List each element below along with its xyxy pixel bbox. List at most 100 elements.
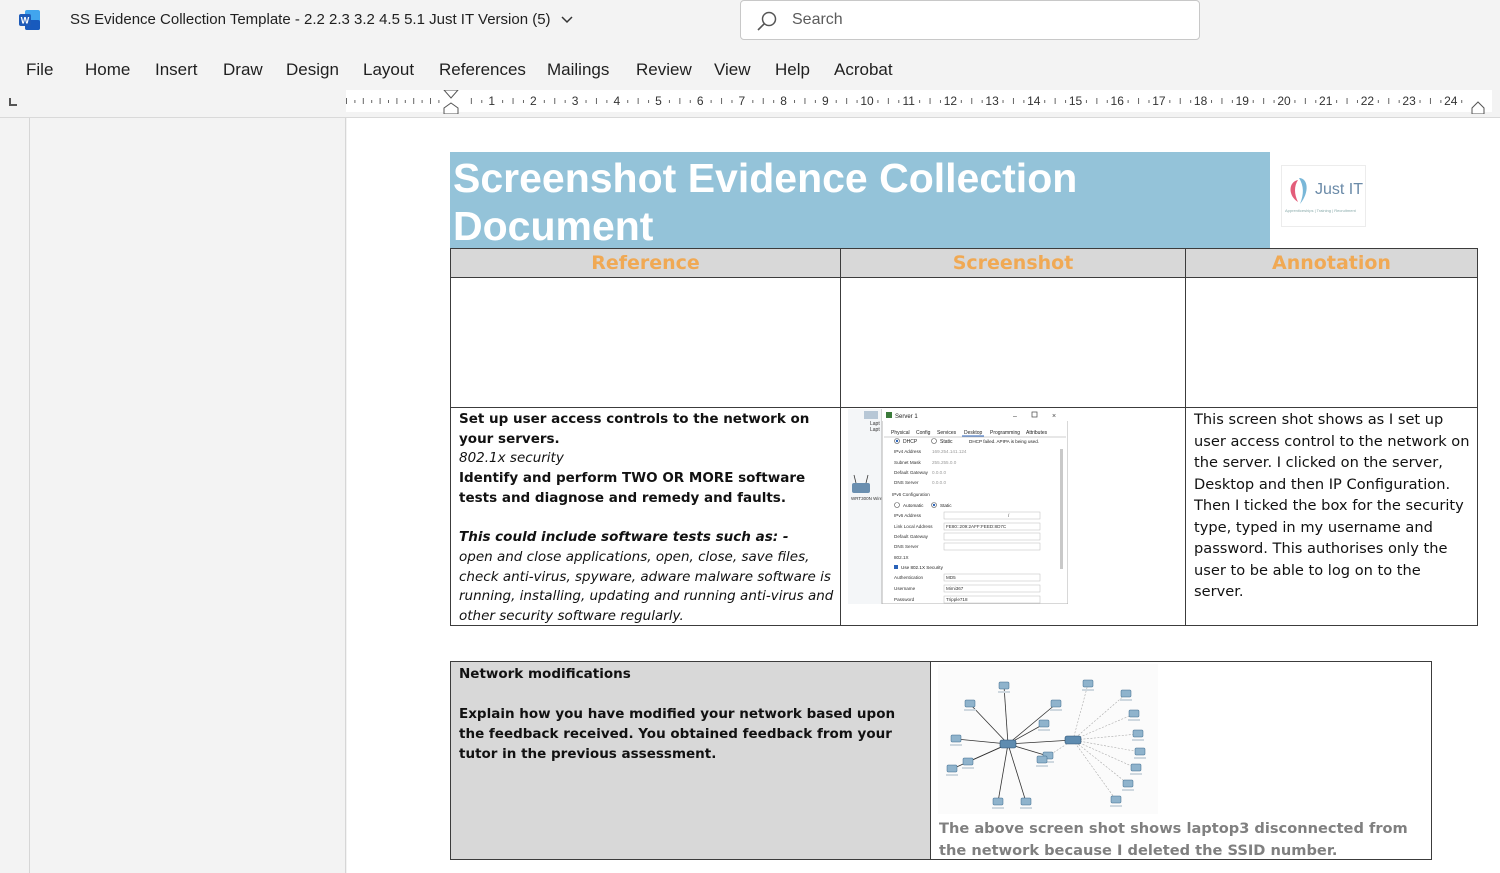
- logo-tagline: Apprenticeships | Training | Recruitment: [1285, 208, 1357, 213]
- vertical-ruler-edge: [29, 118, 30, 873]
- table1-empty-screenshot-cell[interactable]: [840, 277, 1186, 408]
- navigation-pane: [0, 118, 346, 873]
- svg-text:19: 19: [1236, 94, 1250, 108]
- svg-text:21: 21: [1319, 94, 1333, 108]
- svg-text:4: 4: [613, 94, 620, 108]
- tab-help[interactable]: Help: [775, 60, 810, 80]
- username-value: Mimi367: [946, 586, 964, 591]
- svg-text:Physical: Physical: [891, 430, 910, 436]
- tab-home[interactable]: Home: [85, 60, 130, 80]
- reference-text: Set up user access controls to the netwo…: [459, 410, 837, 627]
- svg-text:Use 802.1X Security: Use 802.1X Security: [901, 565, 944, 570]
- svg-text:Default Gateway: Default Gateway: [894, 534, 929, 539]
- svg-text:Desktop: Desktop: [964, 430, 983, 436]
- svg-text:2: 2: [530, 94, 537, 108]
- tab-layout[interactable]: Layout: [363, 60, 414, 80]
- tab-review[interactable]: Review: [636, 60, 692, 80]
- svg-text:22: 22: [1361, 94, 1375, 108]
- tab-insert[interactable]: Insert: [155, 60, 198, 80]
- svg-text:W: W: [21, 16, 30, 26]
- search-box[interactable]: Search: [740, 0, 1200, 40]
- annotation-text: This screen shot shows as I set up user …: [1194, 411, 1470, 600]
- table1-empty-reference-cell[interactable]: [450, 277, 841, 408]
- tab-acrobat[interactable]: Acrobat: [834, 60, 893, 80]
- table1-header-reference: Reference: [450, 248, 841, 278]
- svg-text:DNS Server: DNS Server: [894, 480, 919, 485]
- svg-text:7: 7: [739, 94, 746, 108]
- svg-text:IPv6 Configuration: IPv6 Configuration: [892, 492, 930, 497]
- svg-text:0.0.0.0: 0.0.0.0: [932, 470, 946, 475]
- svg-text:0.0.0.0: 0.0.0.0: [932, 480, 946, 485]
- svg-text:Authentication: Authentication: [894, 575, 924, 580]
- svg-text:IPv4 Address: IPv4 Address: [894, 449, 922, 454]
- logo-brand: Just IT: [1315, 181, 1363, 198]
- svg-text:15: 15: [1069, 94, 1083, 108]
- network-modifications-text: Network modifications Explain how you ha…: [459, 664, 924, 764]
- svg-text:10: 10: [860, 94, 874, 108]
- svg-text:23: 23: [1402, 94, 1416, 108]
- svg-text:169.254.141.124: 169.254.141.124: [932, 449, 967, 454]
- svg-text:9: 9: [822, 94, 829, 108]
- svg-text:6: 6: [697, 94, 704, 108]
- svg-text:Lapt: Lapt: [870, 427, 880, 433]
- svg-text:Username: Username: [894, 586, 916, 591]
- svg-text:3: 3: [572, 94, 579, 108]
- reference-line-4: This could include software tests such a…: [459, 529, 789, 546]
- svg-text:1: 1: [488, 94, 495, 108]
- svg-text:Automatic: Automatic: [903, 503, 924, 508]
- svg-text:DNS Server: DNS Server: [894, 544, 919, 549]
- svg-text:IPv6 Address: IPv6 Address: [894, 513, 922, 518]
- svg-text:Link Local Address: Link Local Address: [894, 524, 933, 529]
- reference-line-1: Set up user access controls to the netwo…: [459, 411, 810, 447]
- svg-text:5: 5: [655, 94, 662, 108]
- tab-file[interactable]: File: [26, 60, 53, 80]
- svg-text:11: 11: [902, 94, 915, 108]
- table1-header-screenshot: Screenshot: [840, 248, 1186, 278]
- header-title: Screenshot Evidence Collection Document: [453, 155, 1078, 249]
- network-topology-screenshot[interactable]: [938, 664, 1158, 814]
- word-icon[interactable]: W: [19, 10, 40, 30]
- reference-line-5: open and close applications, open, close…: [459, 548, 834, 625]
- title-bar: W SS Evidence Collection Template - 2.2 …: [0, 0, 1500, 42]
- header-band: Screenshot Evidence Collection Document: [450, 152, 1270, 249]
- svg-text:255.255.0.0: 255.255.0.0: [932, 460, 957, 465]
- svg-text:20: 20: [1277, 94, 1291, 108]
- tab-stop-selector-icon[interactable]: [9, 98, 17, 106]
- chevron-down-icon[interactable]: [561, 16, 573, 24]
- svg-text:17: 17: [1152, 94, 1166, 108]
- svg-text:13: 13: [985, 94, 999, 108]
- svg-text:Programming: Programming: [990, 430, 1020, 436]
- svg-text:Attributes: Attributes: [1026, 430, 1048, 436]
- server-config-image: Lapt Lapt WRT300N Wireless Router0 Serve…: [848, 408, 1069, 605]
- network-topology-image: [946, 679, 1146, 809]
- svg-text:Static: Static: [940, 503, 952, 508]
- network-caption: The above screen shot shows laptop3 disc…: [939, 820, 1408, 859]
- svg-text:Config: Config: [916, 430, 931, 436]
- server-config-screenshot[interactable]: Lapt Lapt WRT300N Wireless Router0 Serve…: [848, 408, 1069, 605]
- link-local-value: FE80::209:2AFF:FEED:8D7C: [946, 524, 1007, 529]
- svg-text:18: 18: [1194, 94, 1208, 108]
- horizontal-ruler[interactable]: 1 2 3 4 5 6 7 8 9 10 11 12 13 14 15 16 17 18 19 20 21 22 23 24: [346, 90, 1492, 114]
- reference-line-3: Identify and perform TWO OR MORE softwar…: [459, 470, 806, 506]
- search-placeholder: Search: [792, 11, 843, 28]
- tab-draw[interactable]: Draw: [223, 60, 263, 80]
- document-title-text: SS Evidence Collection Template - 2.2 2.…: [70, 11, 551, 28]
- tab-view[interactable]: View: [714, 60, 751, 80]
- table1-empty-annotation-cell[interactable]: [1185, 277, 1478, 408]
- svg-text:–: –: [1013, 413, 1017, 420]
- network-modifications-title: Network modifications: [459, 666, 631, 682]
- svg-text:Subnet Mask: Subnet Mask: [894, 460, 922, 465]
- svg-text:Default Gateway: Default Gateway: [894, 470, 929, 475]
- ribbon-tabs: File Home Insert Draw Design Layout Refe…: [0, 46, 1500, 88]
- document-title[interactable]: SS Evidence Collection Template - 2.2 2.…: [70, 11, 573, 28]
- just-it-logo: Just IT Apprenticeships | Training | Rec…: [1281, 165, 1366, 227]
- network-modifications-body: Explain how you have modified your netwo…: [459, 706, 896, 762]
- tab-mailings[interactable]: Mailings: [547, 60, 609, 80]
- svg-text:Services: Services: [937, 430, 957, 436]
- search-icon: [757, 11, 777, 31]
- svg-text:×: ×: [1052, 413, 1056, 420]
- svg-text:8: 8: [780, 94, 787, 108]
- tab-references[interactable]: References: [439, 60, 526, 80]
- tab-design[interactable]: Design: [286, 60, 339, 80]
